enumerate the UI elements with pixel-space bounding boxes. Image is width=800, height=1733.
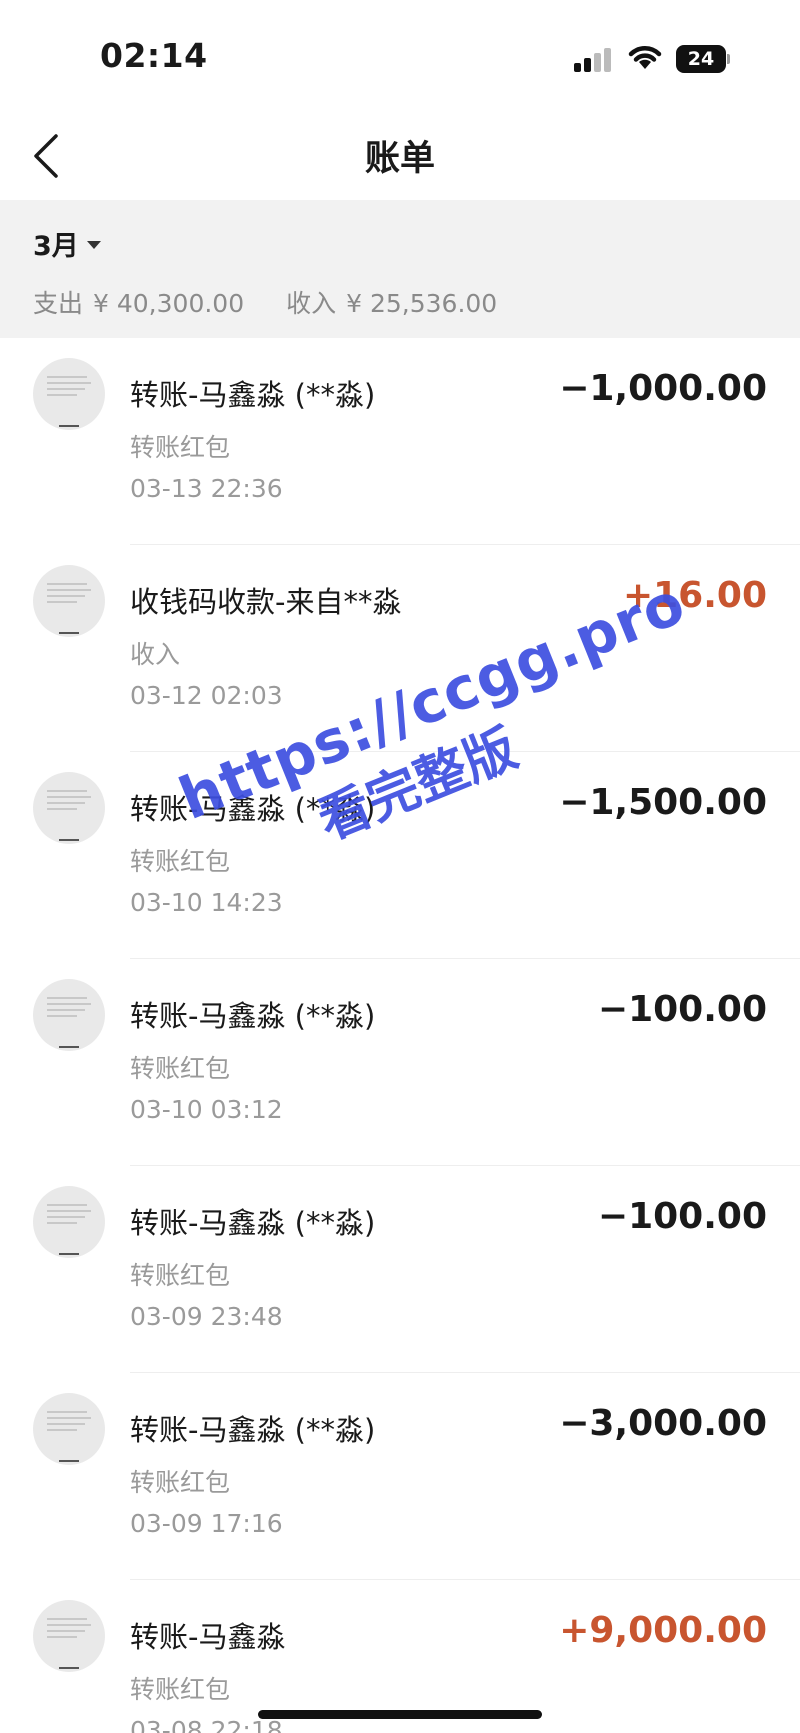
month-selector[interactable]: 3月 — [33, 224, 101, 263]
wifi-icon — [628, 46, 662, 69]
avatar — [33, 772, 105, 844]
transaction-row[interactable]: 转账-马鑫淼 (**淼) 转账红包 03-09 23:48 −100.00 — [0, 1166, 800, 1373]
expense-total: ¥ 40,300.00 — [93, 289, 245, 318]
transaction-row[interactable]: 收钱码收款-来自**淼收入 03-12 02:03 +16.00 — [0, 545, 800, 752]
transaction-title: 转账-马鑫淼 (**淼) — [130, 378, 376, 412]
transaction-time: 03-13 22:36 — [130, 474, 283, 503]
transaction-row[interactable]: 转账-马鑫淼 (**淼) 转账红包 03-09 17:16 −3,000.00 — [0, 1373, 800, 1580]
transaction-amount: −3,000.00 — [559, 1403, 767, 1444]
transaction-amount: +9,000.00 — [559, 1610, 767, 1651]
income-label: 收入 — [286, 289, 337, 318]
transaction-category: 转账红包 — [130, 1054, 231, 1083]
battery-icon: 24 — [676, 45, 730, 73]
transaction-category: 转账红包 — [130, 1261, 231, 1290]
transaction-amount: +16.00 — [622, 575, 767, 616]
home-indicator — [258, 1710, 542, 1719]
page-title: 账单 — [364, 139, 435, 179]
transaction-category: 转账红包 — [130, 1675, 231, 1704]
avatar — [33, 1186, 105, 1258]
expense-label: 支出 — [33, 289, 84, 318]
avatar — [33, 1393, 105, 1465]
avatar — [33, 565, 105, 637]
cellular-signal-icon — [574, 48, 614, 72]
transaction-category: 收入 — [130, 640, 181, 669]
transaction-time: 03-12 02:03 — [130, 681, 283, 710]
transaction-row[interactable]: 转账-马鑫淼 (**淼) 转账红包 03-10 14:23 −1,500.00 — [0, 752, 800, 959]
transaction-row[interactable]: 转账-马鑫淼 (**淼) 转账红包 03-13 22:36 −1,000.00 — [0, 338, 800, 545]
transaction-row[interactable]: 转账-马鑫淼 (**淼) 转账红包 03-10 03:12 −100.00 — [0, 959, 800, 1166]
income-total: ¥ 25,536.00 — [346, 289, 498, 318]
transaction-list: 转账-马鑫淼 (**淼) 转账红包 03-13 22:36 −1,000.00 收钱码收… — [0, 338, 800, 1733]
status-bar: 02:14 24 — [0, 0, 800, 110]
avatar — [33, 358, 105, 430]
avatar — [33, 979, 105, 1051]
transaction-amount: −100.00 — [597, 989, 767, 1030]
status-time: 02:14 — [100, 36, 208, 75]
transaction-time: 03-09 17:16 — [130, 1509, 283, 1538]
transaction-amount: −1,000.00 — [559, 368, 767, 409]
transaction-time: 03-10 03:12 — [130, 1095, 283, 1124]
transaction-title: 收钱码收款-来自**淼 — [130, 585, 402, 619]
transaction-title: 转账-马鑫淼 (**淼) — [130, 1413, 376, 1447]
transaction-time: 03-10 14:23 — [130, 888, 283, 917]
transaction-category: 转账红包 — [130, 433, 231, 462]
transaction-category: 转账红包 — [130, 1468, 231, 1497]
transaction-title: 转账-马鑫淼 (**淼) — [130, 999, 376, 1033]
summary-totals: 支出 ¥ 40,300.00 收入 ¥ 25,536.00 — [33, 284, 507, 320]
transaction-amount: −100.00 — [597, 1196, 767, 1237]
avatar — [33, 1600, 105, 1672]
month-summary: 3月 支出 ¥ 40,300.00 收入 ¥ 25,536.00 — [0, 200, 800, 338]
month-label: 3月 — [33, 231, 79, 262]
transaction-time: 03-09 23:48 — [130, 1302, 283, 1331]
battery-level: 24 — [676, 45, 726, 73]
nav-bar: 账单 — [0, 110, 800, 200]
transaction-title: 转账-马鑫淼 (**淼) — [130, 792, 376, 826]
transaction-category: 转账红包 — [130, 847, 231, 876]
transaction-title: 转账-马鑫淼 — [130, 1620, 286, 1654]
caret-down-icon — [86, 240, 101, 249]
transaction-amount: −1,500.00 — [559, 782, 767, 823]
transaction-title: 转账-马鑫淼 (**淼) — [130, 1206, 376, 1240]
